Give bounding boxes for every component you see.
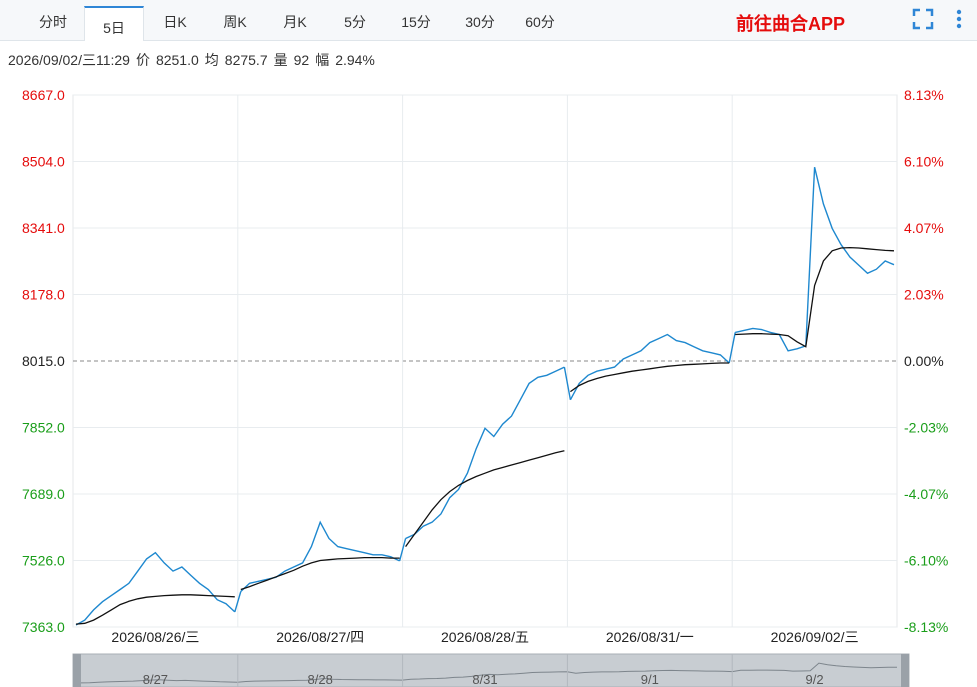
y-tick-label: 8341.0 [22,220,65,236]
pct-tick-label: -4.07% [904,486,948,502]
pct-tick-label: 6.10% [904,154,944,170]
price-value: 8251.0 [155,52,199,68]
y-tick-label: 8667.0 [22,87,65,103]
pct-tick-label: 8.13% [904,87,944,103]
tab-monthly-k[interactable]: 月K [270,0,320,40]
tab-5day[interactable]: 5日 [84,6,144,41]
navigator-label: 8/28 [308,672,333,687]
navigator-handle-left[interactable] [73,654,81,687]
period-tab-bar: 分时 5日 日K 周K 月K 5分 15分 30分 60分 前往曲合APP [0,0,977,41]
y-tick-label: 7689.0 [22,486,65,502]
fullscreen-icon[interactable] [912,8,934,30]
price-line [735,167,895,352]
y-tick-label: 8015.0 [22,353,65,369]
x-day-label: 2026/08/31/一 [606,629,694,645]
five-day-chart: 8667.0 8.13% 8504.0 6.10% 8341.0 4.07% 8178.0 2… [22,87,948,687]
avg-price-line [570,362,730,393]
quote-info-bar: 2026/09/02/三11:29 价 8251.0 均 8275.7 量 92 幅 2.94% [8,50,381,70]
y-tick-label: 7852.0 [22,420,65,436]
navigator-handle-right[interactable] [901,654,909,687]
y-tick-label: 7526.0 [22,553,65,569]
x-day-label: 2026/09/02/三 [771,629,859,645]
avg-label: 均 [204,52,219,68]
tab-30min[interactable]: 30分 [452,0,508,40]
tab-intraday[interactable]: 分时 [28,0,78,40]
pct-tick-label: 4.07% [904,220,944,236]
y-tick-label: 8504.0 [22,154,65,170]
avg-value: 8275.7 [224,52,268,68]
price-line [569,333,730,401]
volume-label: 量 [273,52,288,68]
avg-price-line [405,450,565,547]
navigator-label: 9/2 [806,672,824,687]
pct-tick-label: -2.03% [904,420,948,436]
quote-datetime: 2026/09/02/三11:29 [8,52,130,68]
pct-tick-label: 0.00% [904,353,944,369]
x-day-label: 2026/08/27/四 [276,629,364,645]
tab-weekly-k[interactable]: 周K [210,0,260,40]
navigator-label: 8/31 [472,672,497,687]
tab-15min[interactable]: 15分 [388,0,444,40]
price-line [75,551,236,626]
avg-price-line [240,556,400,591]
navigator-label: 8/27 [143,672,168,687]
volume-value: 92 [293,52,310,68]
pct-tick-label: -6.10% [904,553,948,569]
open-app-link[interactable]: 前往曲合APP [736,10,845,36]
pct-tick-label: -8.13% [904,619,948,635]
pct-tick-label: 2.03% [904,287,944,303]
avg-price-line [75,594,235,625]
x-day-label: 2026/08/26/三 [111,629,199,645]
x-day-label: 2026/08/28/五 [441,629,529,645]
tab-5min[interactable]: 5分 [330,0,380,40]
y-tick-label: 7363.0 [22,619,65,635]
navigator-label: 9/1 [641,672,659,687]
avg-price-line [735,246,895,348]
change-label: 幅 [315,52,330,68]
change-value: 2.94% [335,52,375,68]
tab-60min[interactable]: 60分 [512,0,568,40]
tab-daily-k[interactable]: 日K [150,0,200,40]
y-tick-label: 8178.0 [22,287,65,303]
more-vertical-icon[interactable] [948,8,970,30]
price-label: 价 [135,52,150,68]
